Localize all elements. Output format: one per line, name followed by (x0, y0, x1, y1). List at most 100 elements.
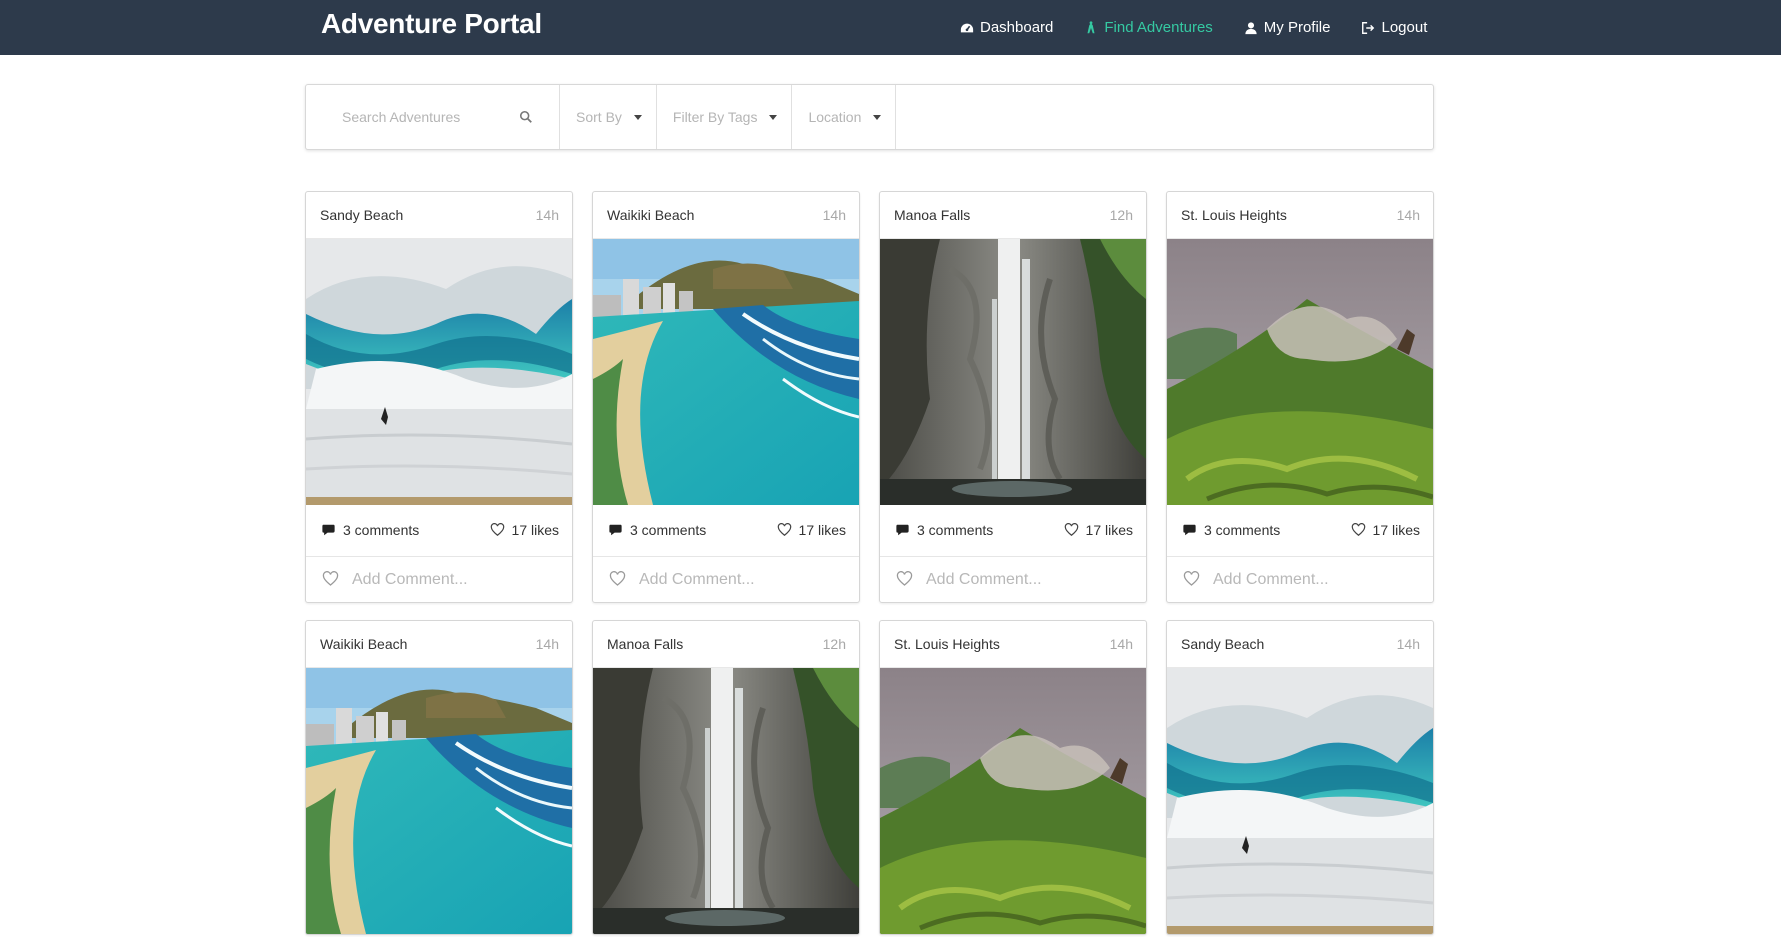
card-title[interactable]: Manoa Falls (894, 207, 970, 223)
card-header: Sandy Beach 14h (306, 192, 572, 239)
like-heart-icon[interactable] (609, 571, 626, 587)
card-photo[interactable] (593, 239, 859, 505)
card-stats: 3 comments 17 likes (1167, 505, 1433, 557)
card-comment-row (1167, 557, 1433, 602)
dashboard-icon (960, 23, 974, 32)
search-icon[interactable] (519, 110, 533, 124)
card-photo[interactable] (880, 668, 1146, 934)
card-comment-row (593, 557, 859, 602)
caret-down-icon (769, 114, 778, 120)
comments-count[interactable]: 3 comments (1182, 522, 1280, 538)
card-header: St. Louis Heights 14h (880, 621, 1146, 668)
card-header: Waikiki Beach 14h (306, 621, 572, 668)
add-comment-input[interactable] (1213, 567, 1413, 593)
adventure-card[interactable]: Sandy Beach 14h 3 comments 17 likes (305, 191, 573, 603)
comment-icon (896, 524, 909, 536)
card-title[interactable]: Waikiki Beach (320, 636, 407, 652)
card-time: 14h (1396, 207, 1420, 223)
card-photo[interactable] (1167, 239, 1433, 505)
card-comment-row (306, 557, 572, 602)
filter-tags-dropdown[interactable]: Filter By Tags (657, 85, 793, 149)
card-title[interactable]: Sandy Beach (1181, 636, 1264, 652)
nav-find-adventures-label: Find Adventures (1104, 19, 1213, 36)
caret-down-icon (873, 114, 882, 120)
nav-menu: Dashboard Find Adventures My Profile Log… (960, 0, 1458, 55)
adventure-card[interactable]: Sandy Beach 14h (1166, 620, 1434, 935)
add-comment-input[interactable] (926, 567, 1126, 593)
add-comment-input[interactable] (352, 567, 552, 593)
likes-count[interactable]: 17 likes (777, 522, 846, 538)
card-photo[interactable] (306, 668, 572, 934)
likes-label: 17 likes (1085, 522, 1133, 538)
card-photo[interactable] (1167, 668, 1433, 934)
adventure-card[interactable]: Waikiki Beach 14h (305, 620, 573, 935)
brand-title[interactable]: Adventure Portal (321, 8, 542, 40)
sort-by-dropdown[interactable]: Sort By (560, 85, 657, 149)
nav-logout-label: Logout (1381, 19, 1428, 36)
card-photo[interactable] (593, 668, 859, 934)
filter-tags-label: Filter By Tags (672, 109, 758, 125)
card-title[interactable]: Sandy Beach (320, 207, 403, 223)
card-stats: 3 comments 17 likes (593, 505, 859, 557)
card-title[interactable]: St. Louis Heights (894, 636, 1000, 652)
comments-count[interactable]: 3 comments (895, 522, 993, 538)
card-header: St. Louis Heights 14h (1167, 192, 1433, 239)
card-title[interactable]: Waikiki Beach (607, 207, 694, 223)
card-header: Manoa Falls 12h (593, 621, 859, 668)
comments-label: 3 comments (917, 522, 994, 538)
heart-icon (1064, 523, 1078, 537)
top-navbar: Adventure Portal Dashboard Find Adventur… (0, 0, 1781, 55)
comments-label: 3 comments (630, 522, 707, 538)
like-heart-icon[interactable] (1183, 571, 1200, 587)
card-comment-row (880, 557, 1146, 602)
card-time: 14h (1396, 636, 1420, 652)
comments-count[interactable]: 3 comments (608, 522, 706, 538)
search-input[interactable] (342, 105, 517, 129)
card-photo[interactable] (880, 239, 1146, 505)
heart-icon (490, 523, 504, 537)
location-dropdown[interactable]: Location (792, 85, 897, 149)
card-time: 14h (1109, 636, 1133, 652)
comment-icon (1183, 524, 1196, 536)
comments-count[interactable]: 3 comments (321, 522, 419, 538)
card-time: 12h (822, 636, 846, 652)
comments-label: 3 comments (1204, 522, 1281, 538)
card-photo[interactable] (306, 239, 572, 505)
card-time: 12h (1109, 207, 1133, 223)
nav-my-profile[interactable]: My Profile (1244, 19, 1331, 36)
comment-icon (609, 524, 622, 536)
sort-by-label: Sort By (576, 109, 622, 125)
nav-dashboard[interactable]: Dashboard (960, 19, 1053, 36)
likes-count[interactable]: 17 likes (490, 522, 559, 538)
nav-logout[interactable]: Logout (1361, 19, 1427, 36)
adventure-card[interactable]: Manoa Falls 12h (592, 620, 860, 935)
logout-icon (1362, 21, 1375, 34)
heart-icon (1351, 523, 1365, 537)
card-header: Sandy Beach 14h (1167, 621, 1433, 668)
nav-dashboard-label: Dashboard (980, 19, 1054, 36)
nav-find-adventures[interactable]: Find Adventures (1084, 19, 1213, 36)
card-time: 14h (535, 207, 559, 223)
likes-label: 17 likes (798, 522, 846, 538)
card-time: 14h (535, 636, 559, 652)
adventure-card[interactable]: St. Louis Heights 14h (879, 620, 1147, 935)
likes-label: 17 likes (1372, 522, 1420, 538)
likes-label: 17 likes (511, 522, 559, 538)
nav-my-profile-label: My Profile (1263, 19, 1331, 36)
card-time: 14h (822, 207, 846, 223)
like-heart-icon[interactable] (322, 571, 339, 587)
add-comment-input[interactable] (639, 567, 839, 593)
adventure-card[interactable]: St. Louis Heights 14h 3 comments 17 like… (1166, 191, 1434, 603)
card-stats: 3 comments 17 likes (880, 505, 1146, 557)
likes-count[interactable]: 17 likes (1064, 522, 1133, 538)
card-title[interactable]: St. Louis Heights (1181, 207, 1287, 223)
search-cell (306, 85, 560, 149)
likes-count[interactable]: 17 likes (1351, 522, 1420, 538)
like-heart-icon[interactable] (896, 571, 913, 587)
adventure-card[interactable]: Manoa Falls 12h 3 comments 17 likes (879, 191, 1147, 603)
adventure-card[interactable]: Waikiki Beach 14h 3 comments 17 likes (592, 191, 860, 603)
card-header: Waikiki Beach 14h (593, 192, 859, 239)
hiker-icon (1087, 20, 1095, 33)
card-title[interactable]: Manoa Falls (607, 636, 683, 652)
user-icon (1245, 21, 1257, 34)
